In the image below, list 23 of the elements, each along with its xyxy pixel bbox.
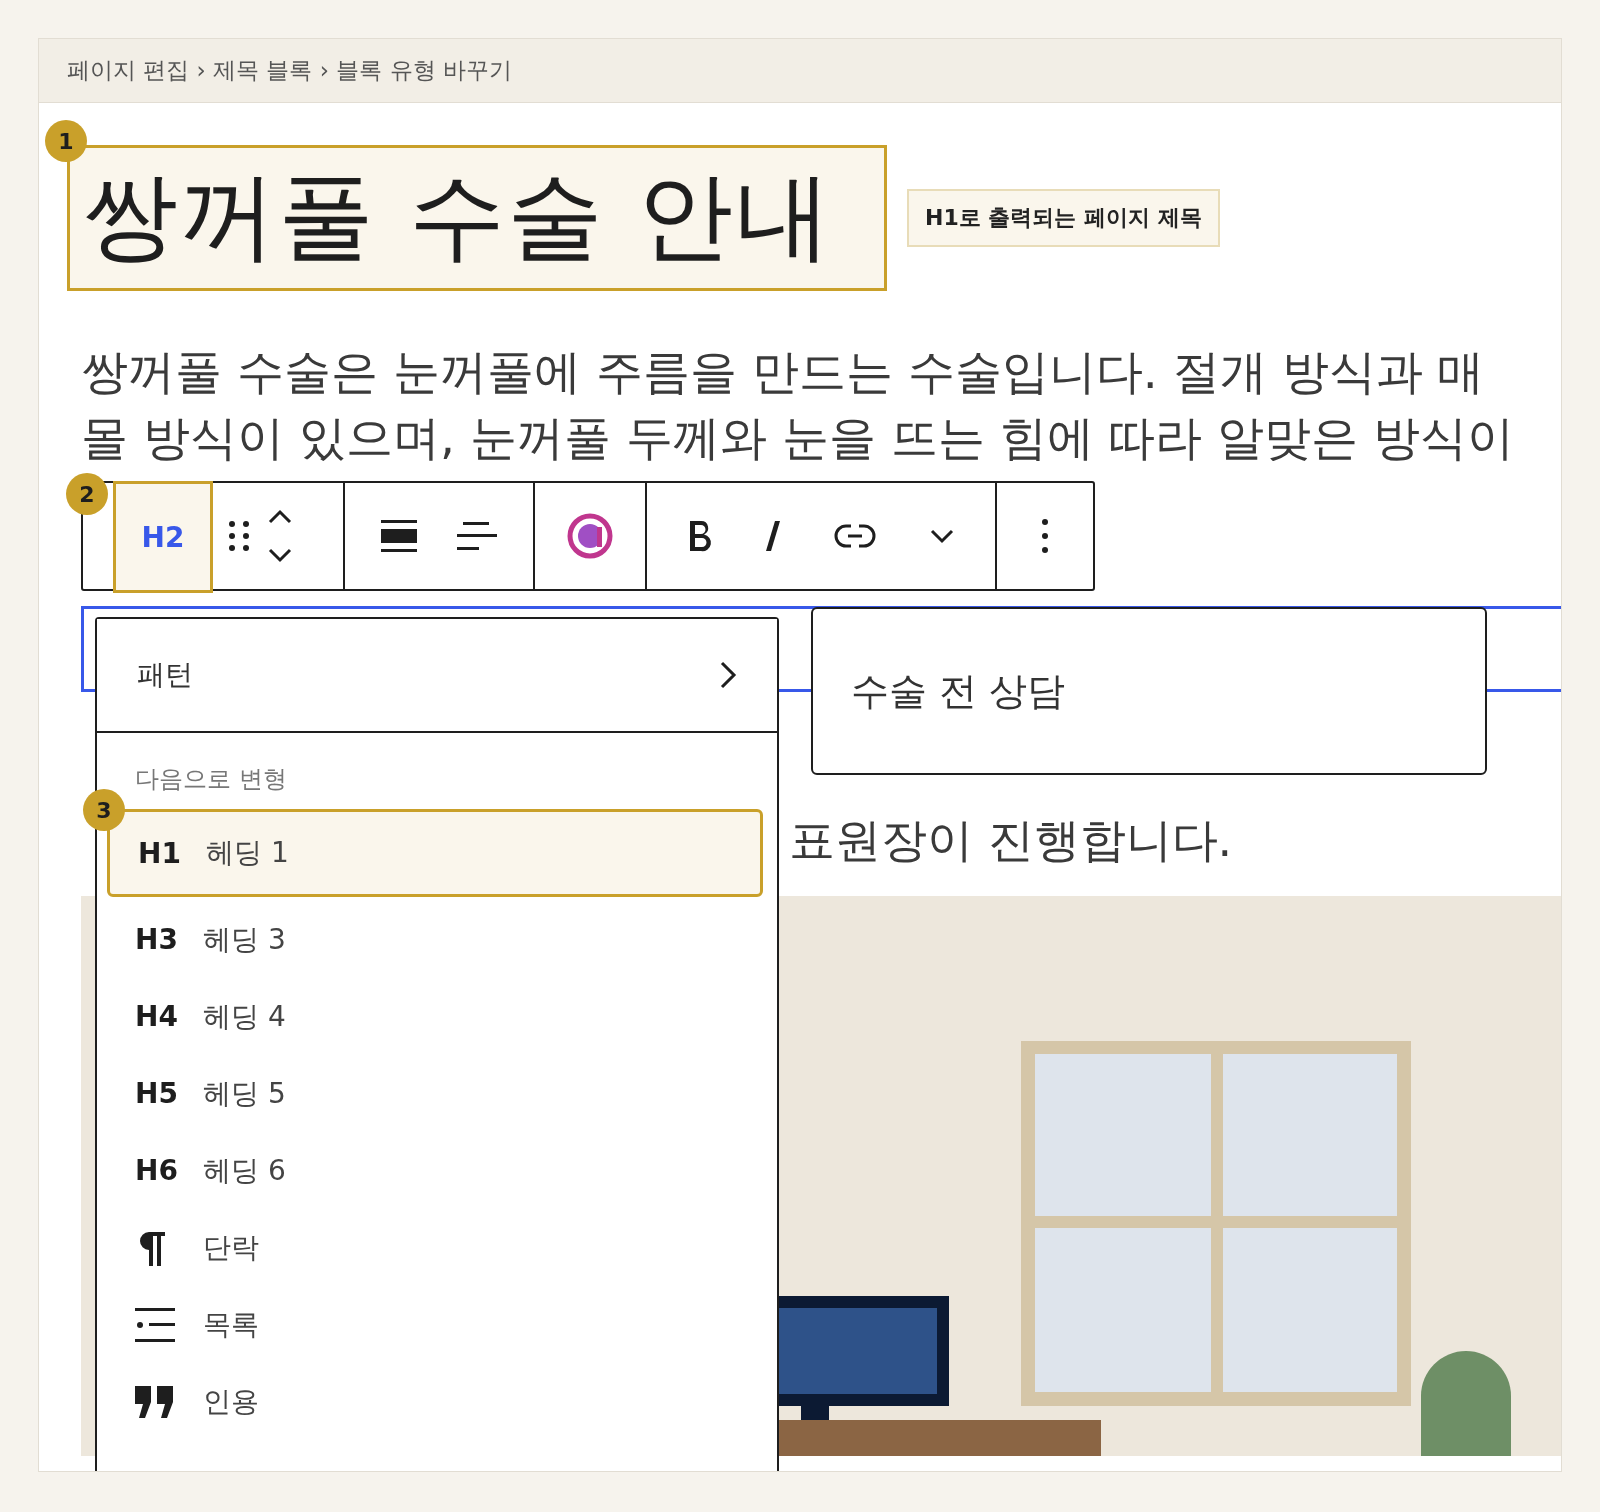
paragraph: 쌍꺼풀 수술은 눈꺼풀에 주름을 만드는 수술입니다. 절개 방식과 매 몰 방식이 있으며, 눈꺼풀 두께와 눈을 뜨는 힘에 따라 알맞은 방식이 bbox=[81, 343, 1516, 467]
align-wide-icon[interactable] bbox=[381, 520, 417, 552]
breadcrumb: 페이지 편집 › 제목 블록 › 블록 유형 바꾸기 bbox=[39, 39, 1561, 103]
paragraph: 표원장이 진행합니다. bbox=[789, 812, 1234, 869]
callout-number: 1 bbox=[45, 120, 87, 162]
callout-number: 2 bbox=[66, 473, 108, 515]
chevron-right-icon bbox=[719, 660, 737, 690]
note-label: H1로 출력되는 페이지 제목 bbox=[907, 189, 1220, 247]
bold-icon[interactable] bbox=[687, 519, 713, 553]
drag-handle-icon[interactable] bbox=[227, 519, 251, 553]
block-type-button[interactable]: H2 bbox=[113, 481, 213, 593]
list-icon bbox=[135, 1306, 175, 1343]
link-icon[interactable] bbox=[833, 523, 877, 549]
patterns-menu-item[interactable]: 패턴 bbox=[97, 619, 777, 733]
ai-icon[interactable] bbox=[567, 513, 613, 559]
quote-icon bbox=[135, 1385, 175, 1418]
italic-icon[interactable] bbox=[765, 519, 781, 553]
callout-number: 3 bbox=[83, 789, 125, 831]
chevron-down-icon[interactable] bbox=[929, 528, 955, 544]
more-options-icon[interactable] bbox=[1041, 518, 1049, 554]
preview-text: 수술 전 상담 bbox=[851, 667, 1066, 715]
text-align-icon[interactable] bbox=[457, 520, 497, 552]
section-label: 다음으로 변형 bbox=[134, 764, 288, 795]
